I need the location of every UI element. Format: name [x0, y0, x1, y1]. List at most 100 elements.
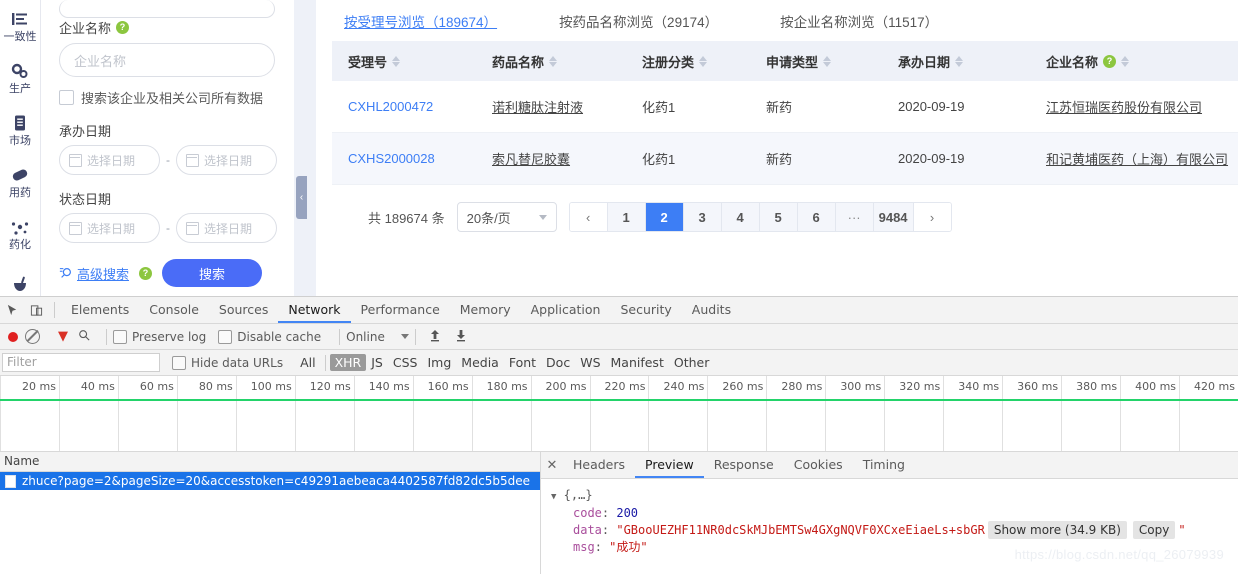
sort-icon[interactable] [549, 55, 558, 67]
accept-no-link[interactable]: CXHL2000472 [348, 99, 433, 114]
checkbox-icon[interactable] [113, 329, 127, 344]
help-icon[interactable]: ? [116, 21, 130, 34]
tab-browse-by-drug-name[interactable]: 按药品名称浏览（29174） [559, 11, 718, 31]
devtools-tab-elements[interactable]: Elements [61, 297, 139, 323]
disable-cache-checkbox[interactable]: Disable cache [218, 329, 321, 344]
detail-tab-response[interactable]: Response [704, 452, 784, 478]
filter-icon[interactable]: ▼ [58, 329, 68, 344]
detail-tab-cookies[interactable]: Cookies [784, 452, 853, 478]
rail-item-medication[interactable]: 用药 [0, 156, 40, 208]
checkbox-icon[interactable] [59, 90, 74, 105]
help-icon[interactable]: ? [1103, 54, 1117, 68]
filter-type-doc[interactable]: Doc [541, 354, 575, 371]
show-more-button[interactable]: Show more (34.9 KB) [987, 521, 1127, 539]
accept-no-link[interactable]: CXHS2000028 [348, 151, 435, 166]
tab-browse-by-accept-no[interactable]: 按受理号浏览（189674） [344, 11, 497, 31]
drug-name-link[interactable]: 索凡替尼胶囊 [492, 152, 570, 167]
company-link[interactable]: 和记黄埔医药（上海）有限公司 [1046, 152, 1228, 167]
next-page-button[interactable]: › [913, 203, 951, 231]
devtools-tab-performance[interactable]: Performance [351, 297, 450, 323]
search-button[interactable]: 搜索 [162, 259, 263, 287]
detail-tab-preview[interactable]: Preview [635, 452, 704, 478]
devtools-tab-security[interactable]: Security [610, 297, 681, 323]
checkbox-icon[interactable] [172, 355, 186, 370]
page-ellipsis[interactable]: ··· [835, 203, 874, 231]
page-button-3[interactable]: 3 [683, 203, 722, 231]
handle-date-start[interactable]: 选择日期 [59, 145, 160, 175]
devtools-tab-application[interactable]: Application [521, 297, 611, 323]
filter-type-media[interactable]: Media [456, 354, 504, 371]
page-button-5[interactable]: 5 [759, 203, 798, 231]
copy-button[interactable]: Copy [1132, 521, 1176, 539]
filter-type-css[interactable]: CSS [388, 354, 423, 371]
sort-icon[interactable] [823, 55, 832, 67]
previous-field-bottom[interactable] [59, 0, 275, 18]
inspect-element-icon[interactable] [0, 297, 24, 323]
page-button-1[interactable]: 1 [607, 203, 646, 231]
json-root-row[interactable]: ▼ {,…} [551, 487, 1238, 505]
company-name-input[interactable]: 企业名称 [59, 43, 275, 77]
clear-icon[interactable] [25, 329, 40, 344]
devtools-tab-audits[interactable]: Audits [682, 297, 741, 323]
import-har-icon[interactable] [429, 329, 441, 345]
page-button-6[interactable]: 6 [797, 203, 836, 231]
col-apply-type[interactable]: 申请类型 [750, 41, 882, 81]
export-har-icon[interactable] [455, 329, 467, 345]
tab-browse-by-company-name[interactable]: 按企业名称浏览（11517） [780, 11, 938, 31]
drug-name-link[interactable]: 诺利糖肽注射液 [492, 100, 583, 115]
advanced-search-link[interactable]: 高级搜索 [59, 264, 129, 283]
filter-input[interactable]: Filter [2, 353, 160, 372]
col-drug-name[interactable]: 药品名称 [476, 41, 626, 81]
rail-item-market[interactable]: 市场 [0, 104, 40, 156]
record-button-icon[interactable] [8, 331, 18, 342]
filter-type-js[interactable]: JS [366, 354, 388, 371]
throttling-select[interactable]: Online [346, 330, 409, 344]
filter-type-font[interactable]: Font [504, 354, 541, 371]
page-size-select[interactable]: 20条/页 [456, 202, 557, 232]
hide-data-urls-checkbox[interactable]: Hide data URLs [172, 355, 283, 370]
sort-icon[interactable] [699, 55, 708, 67]
sort-icon[interactable] [392, 55, 401, 67]
device-toolbar-icon[interactable] [24, 297, 48, 323]
rail-item-production[interactable]: 生产 [0, 52, 40, 104]
sort-icon[interactable] [1121, 55, 1130, 67]
network-overview[interactable] [0, 401, 1238, 452]
checkbox-icon[interactable] [218, 329, 233, 344]
devtools-tab-memory[interactable]: Memory [450, 297, 521, 323]
handle-date-end[interactable]: 选择日期 [176, 145, 277, 175]
col-company[interactable]: 企业名称? [1030, 41, 1238, 81]
devtools-tab-network[interactable]: Network [278, 297, 350, 323]
filter-type-ws[interactable]: WS [575, 354, 605, 371]
expand-triangle-icon[interactable]: ▼ [551, 492, 556, 502]
timeline-ruler[interactable]: 20 ms 40 ms 60 ms 80 ms 100 ms 120 ms 140 ms 16… [0, 376, 1238, 401]
rail-item-chemistry[interactable]: 药化 [0, 208, 40, 260]
prev-page-button[interactable]: ‹ [569, 203, 608, 231]
company-link[interactable]: 江苏恒瑞医药股份有限公司 [1046, 100, 1202, 115]
devtools-tab-sources[interactable]: Sources [209, 297, 278, 323]
col-category[interactable]: 注册分类 [626, 41, 750, 81]
filter-type-all[interactable]: All [295, 354, 321, 371]
filter-type-xhr[interactable]: XHR [329, 354, 367, 371]
detail-tab-timing[interactable]: Timing [853, 452, 915, 478]
col-accept-no[interactable]: 受理号 [332, 41, 476, 81]
request-row-selected[interactable]: zhuce?page=2&pageSize=20&accesstoken=c49… [0, 472, 540, 490]
page-button-last[interactable]: 9484 [873, 203, 914, 231]
rail-item-mortar[interactable] [0, 260, 40, 296]
rail-item-consistency[interactable]: 一致性 [0, 0, 40, 52]
devtools-tab-console[interactable]: Console [139, 297, 209, 323]
collapse-panel-handle[interactable]: ‹ [296, 176, 307, 219]
search-icon[interactable] [78, 329, 90, 344]
status-date-start[interactable]: 选择日期 [59, 213, 160, 243]
filter-type-img[interactable]: Img [422, 354, 456, 371]
detail-tab-headers[interactable]: Headers [563, 452, 635, 478]
sort-icon[interactable] [955, 55, 964, 67]
preserve-log-checkbox[interactable]: Preserve log [113, 329, 206, 344]
page-button-2[interactable]: 2 [645, 203, 684, 231]
page-button-4[interactable]: 4 [721, 203, 760, 231]
status-date-end[interactable]: 选择日期 [176, 213, 277, 243]
close-icon[interactable]: ✕ [541, 458, 563, 473]
filter-type-manifest[interactable]: Manifest [606, 354, 669, 371]
col-handle-date[interactable]: 承办日期 [882, 41, 1030, 81]
related-companies-checkbox-row[interactable]: 搜索该企业及相关公司所有数据 [59, 88, 293, 107]
filter-type-other[interactable]: Other [669, 354, 715, 371]
